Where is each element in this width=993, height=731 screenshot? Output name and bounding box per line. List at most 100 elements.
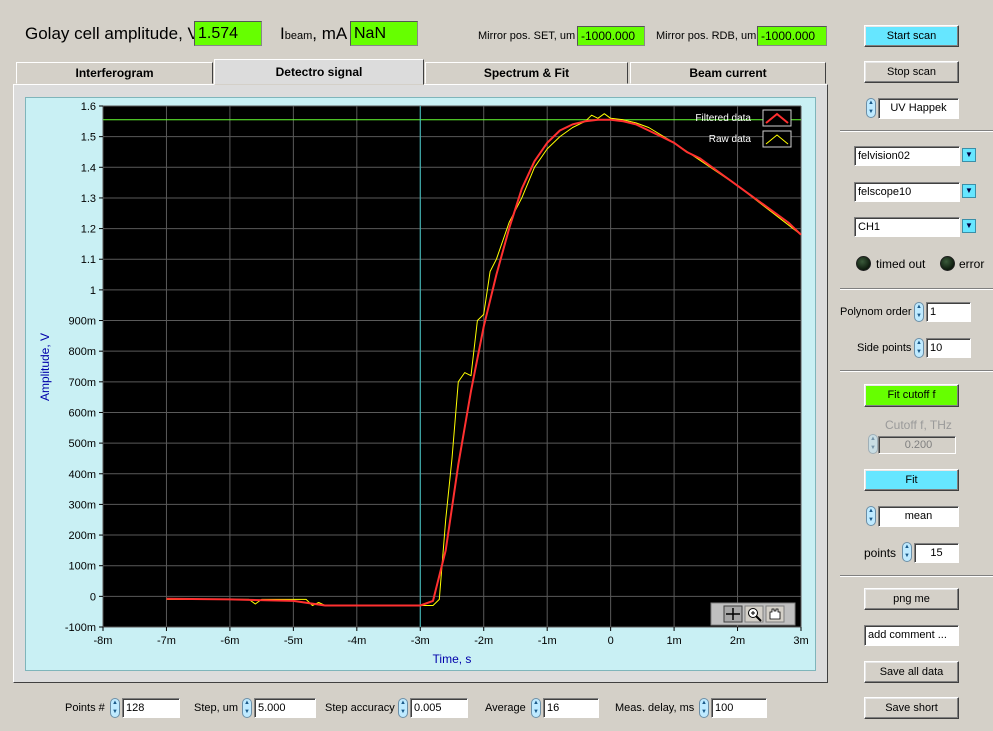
fit-button[interactable]: Fit xyxy=(864,469,959,491)
x-tick-label: -5m xyxy=(284,635,303,647)
stop-scan-button[interactable]: Stop scan xyxy=(864,61,959,83)
golay-amplitude-label: Golay cell amplitude, V xyxy=(25,24,199,43)
side-points-label: Side points xyxy=(857,342,912,354)
polynom-order-label: Polynom order xyxy=(840,306,912,318)
cutoff-label: Cutoff f, THz xyxy=(885,418,952,432)
error-label: error xyxy=(959,257,985,271)
y-tick-label: 800m xyxy=(68,346,96,358)
tab-interferogram[interactable]: Interferogram xyxy=(16,62,213,84)
x-tick-label: -1m xyxy=(538,635,557,647)
legend-raw-swatch[interactable] xyxy=(762,130,792,148)
legend-filtered-swatch[interactable] xyxy=(762,109,792,127)
add-comment-input[interactable]: add comment ... xyxy=(864,625,959,646)
side-points-spinner[interactable]: ▲ ▼ xyxy=(914,338,924,358)
mode-ring[interactable]: UV Happek xyxy=(878,98,959,119)
y-tick-label: 1.2 xyxy=(81,224,96,236)
scope-dropdown-icon[interactable]: ▼ xyxy=(962,184,976,198)
save-all-data-button[interactable]: Save all data xyxy=(864,661,959,683)
step-input[interactable]: 5.000 xyxy=(254,698,316,718)
average-input[interactable]: 16 xyxy=(543,698,599,718)
meas-delay-label: Meas. delay, ms xyxy=(615,702,695,714)
ibeam-label-sub: beam xyxy=(284,30,313,42)
separator xyxy=(840,130,993,132)
mirror-set-label: Mirror pos. SET, um xyxy=(478,30,576,42)
server-select[interactable]: felvision02 xyxy=(854,146,960,166)
tab-beam-current[interactable]: Beam current xyxy=(630,62,826,84)
points-label: points xyxy=(864,546,897,560)
average-spinner[interactable]: ▲ ▼ xyxy=(531,698,541,718)
tab-spectrum-fit[interactable]: Spectrum & Fit xyxy=(425,62,628,84)
y-tick-label: 1.6 xyxy=(81,101,96,113)
y-tick-label: 100m xyxy=(68,561,96,573)
x-tick-labels: -8m -7m -6m -5m -4m -3m -2m -1m 0 1m 2m 3m xyxy=(94,627,809,647)
y-tick-label: 300m xyxy=(68,499,96,511)
separator xyxy=(840,575,993,577)
y-tick-label: -100m xyxy=(65,622,96,634)
x-tick-label: 1m xyxy=(666,635,681,647)
channel-dropdown-icon[interactable]: ▼ xyxy=(962,219,976,233)
y-tick-label: 1.1 xyxy=(81,254,96,266)
cursor-tool-icon[interactable] xyxy=(723,605,743,623)
y-tick-label: 0 xyxy=(90,591,96,603)
scope-select[interactable]: felscope10 xyxy=(854,182,960,202)
points-count-label: Points # xyxy=(65,702,105,714)
x-tick-label: -8m xyxy=(94,635,113,647)
meas-delay-input[interactable]: 100 xyxy=(711,698,767,718)
mirror-rdb-label: Mirror pos. RDB, um xyxy=(656,30,757,42)
y-tick-label: 600m xyxy=(68,407,96,419)
points-spinner[interactable]: ▲ ▼ xyxy=(902,542,912,562)
cutoff-spinner[interactable]: ▲ ▼ xyxy=(868,434,878,454)
png-me-button[interactable]: png me xyxy=(864,588,959,610)
step-accuracy-spinner[interactable]: ▲ ▼ xyxy=(398,698,408,718)
ibeam-label: Ibeam, mA xyxy=(280,24,347,44)
ibeam-label-unit: , mA xyxy=(312,24,348,43)
y-axis-title: Amplitude, V xyxy=(38,333,52,401)
start-scan-button[interactable]: Start scan xyxy=(864,25,959,47)
pan-tool-icon[interactable] xyxy=(765,605,785,623)
points-input[interactable]: 15 xyxy=(914,543,959,563)
y-tick-label: 900m xyxy=(68,316,96,328)
points-count-spinner[interactable]: ▲ ▼ xyxy=(110,698,120,718)
golay-amplitude-value: 1.574 xyxy=(194,21,262,46)
y-tick-label: 1.4 xyxy=(81,162,96,174)
fit-cutoff-button[interactable]: Fit cutoff f xyxy=(864,384,959,407)
x-tick-label: -4m xyxy=(347,635,366,647)
x-tick-label: 2m xyxy=(730,635,745,647)
y-tick-labels: -100m 0 100m 200m 300m 400m 500m 600m 700m 800m 90… xyxy=(65,101,103,634)
y-tick-label: 1.3 xyxy=(81,193,96,205)
polynom-order-spinner[interactable]: ▲ ▼ xyxy=(914,302,924,322)
step-accuracy-input[interactable]: 0.005 xyxy=(410,698,468,718)
x-axis-title: Time, s xyxy=(433,652,472,666)
plot-area xyxy=(103,106,801,627)
side-points-input[interactable]: 10 xyxy=(926,338,971,358)
points-count-input[interactable]: 128 xyxy=(122,698,180,718)
meas-delay-spinner[interactable]: ▲ ▼ xyxy=(699,698,709,718)
mirror-rdb-value: -1000.000 xyxy=(757,26,827,46)
x-tick-label: -3m xyxy=(411,635,430,647)
channel-select[interactable]: CH1 xyxy=(854,217,960,237)
mean-ring[interactable]: mean xyxy=(878,506,959,527)
x-tick-label: 0 xyxy=(608,635,614,647)
detector-signal-graph: -8m -7m -6m -5m -4m -3m -2m -1m 0 1m 2m 3m -100m 0 10… xyxy=(38,101,809,666)
mean-ring-spinner[interactable]: ▲ ▼ xyxy=(866,506,876,526)
step-label: Step, um xyxy=(194,702,239,714)
zoom-tool-icon[interactable] xyxy=(744,605,764,623)
separator xyxy=(840,370,993,372)
step-spinner[interactable]: ▲ ▼ xyxy=(242,698,252,718)
server-dropdown-icon[interactable]: ▼ xyxy=(962,148,976,162)
step-accuracy-label: Step accuracy xyxy=(325,702,395,714)
legend-filtered-label: Filtered data xyxy=(695,113,751,124)
polynom-order-input[interactable]: 1 xyxy=(926,302,971,322)
tab-detectro-signal[interactable]: Detectro signal xyxy=(214,59,424,85)
separator xyxy=(840,288,993,290)
timed-out-led-icon xyxy=(856,256,871,271)
cutoff-input[interactable]: 0.200 xyxy=(878,436,956,454)
y-tick-label: 400m xyxy=(68,469,96,481)
mode-ring-spinner[interactable]: ▲ ▼ xyxy=(866,98,876,118)
graph-palette xyxy=(710,602,796,626)
error-led-icon xyxy=(940,256,955,271)
average-label: Average xyxy=(485,702,526,714)
x-tick-label: -2m xyxy=(474,635,493,647)
legend-raw-label: Raw data xyxy=(709,134,752,145)
save-short-button[interactable]: Save short xyxy=(864,697,959,719)
